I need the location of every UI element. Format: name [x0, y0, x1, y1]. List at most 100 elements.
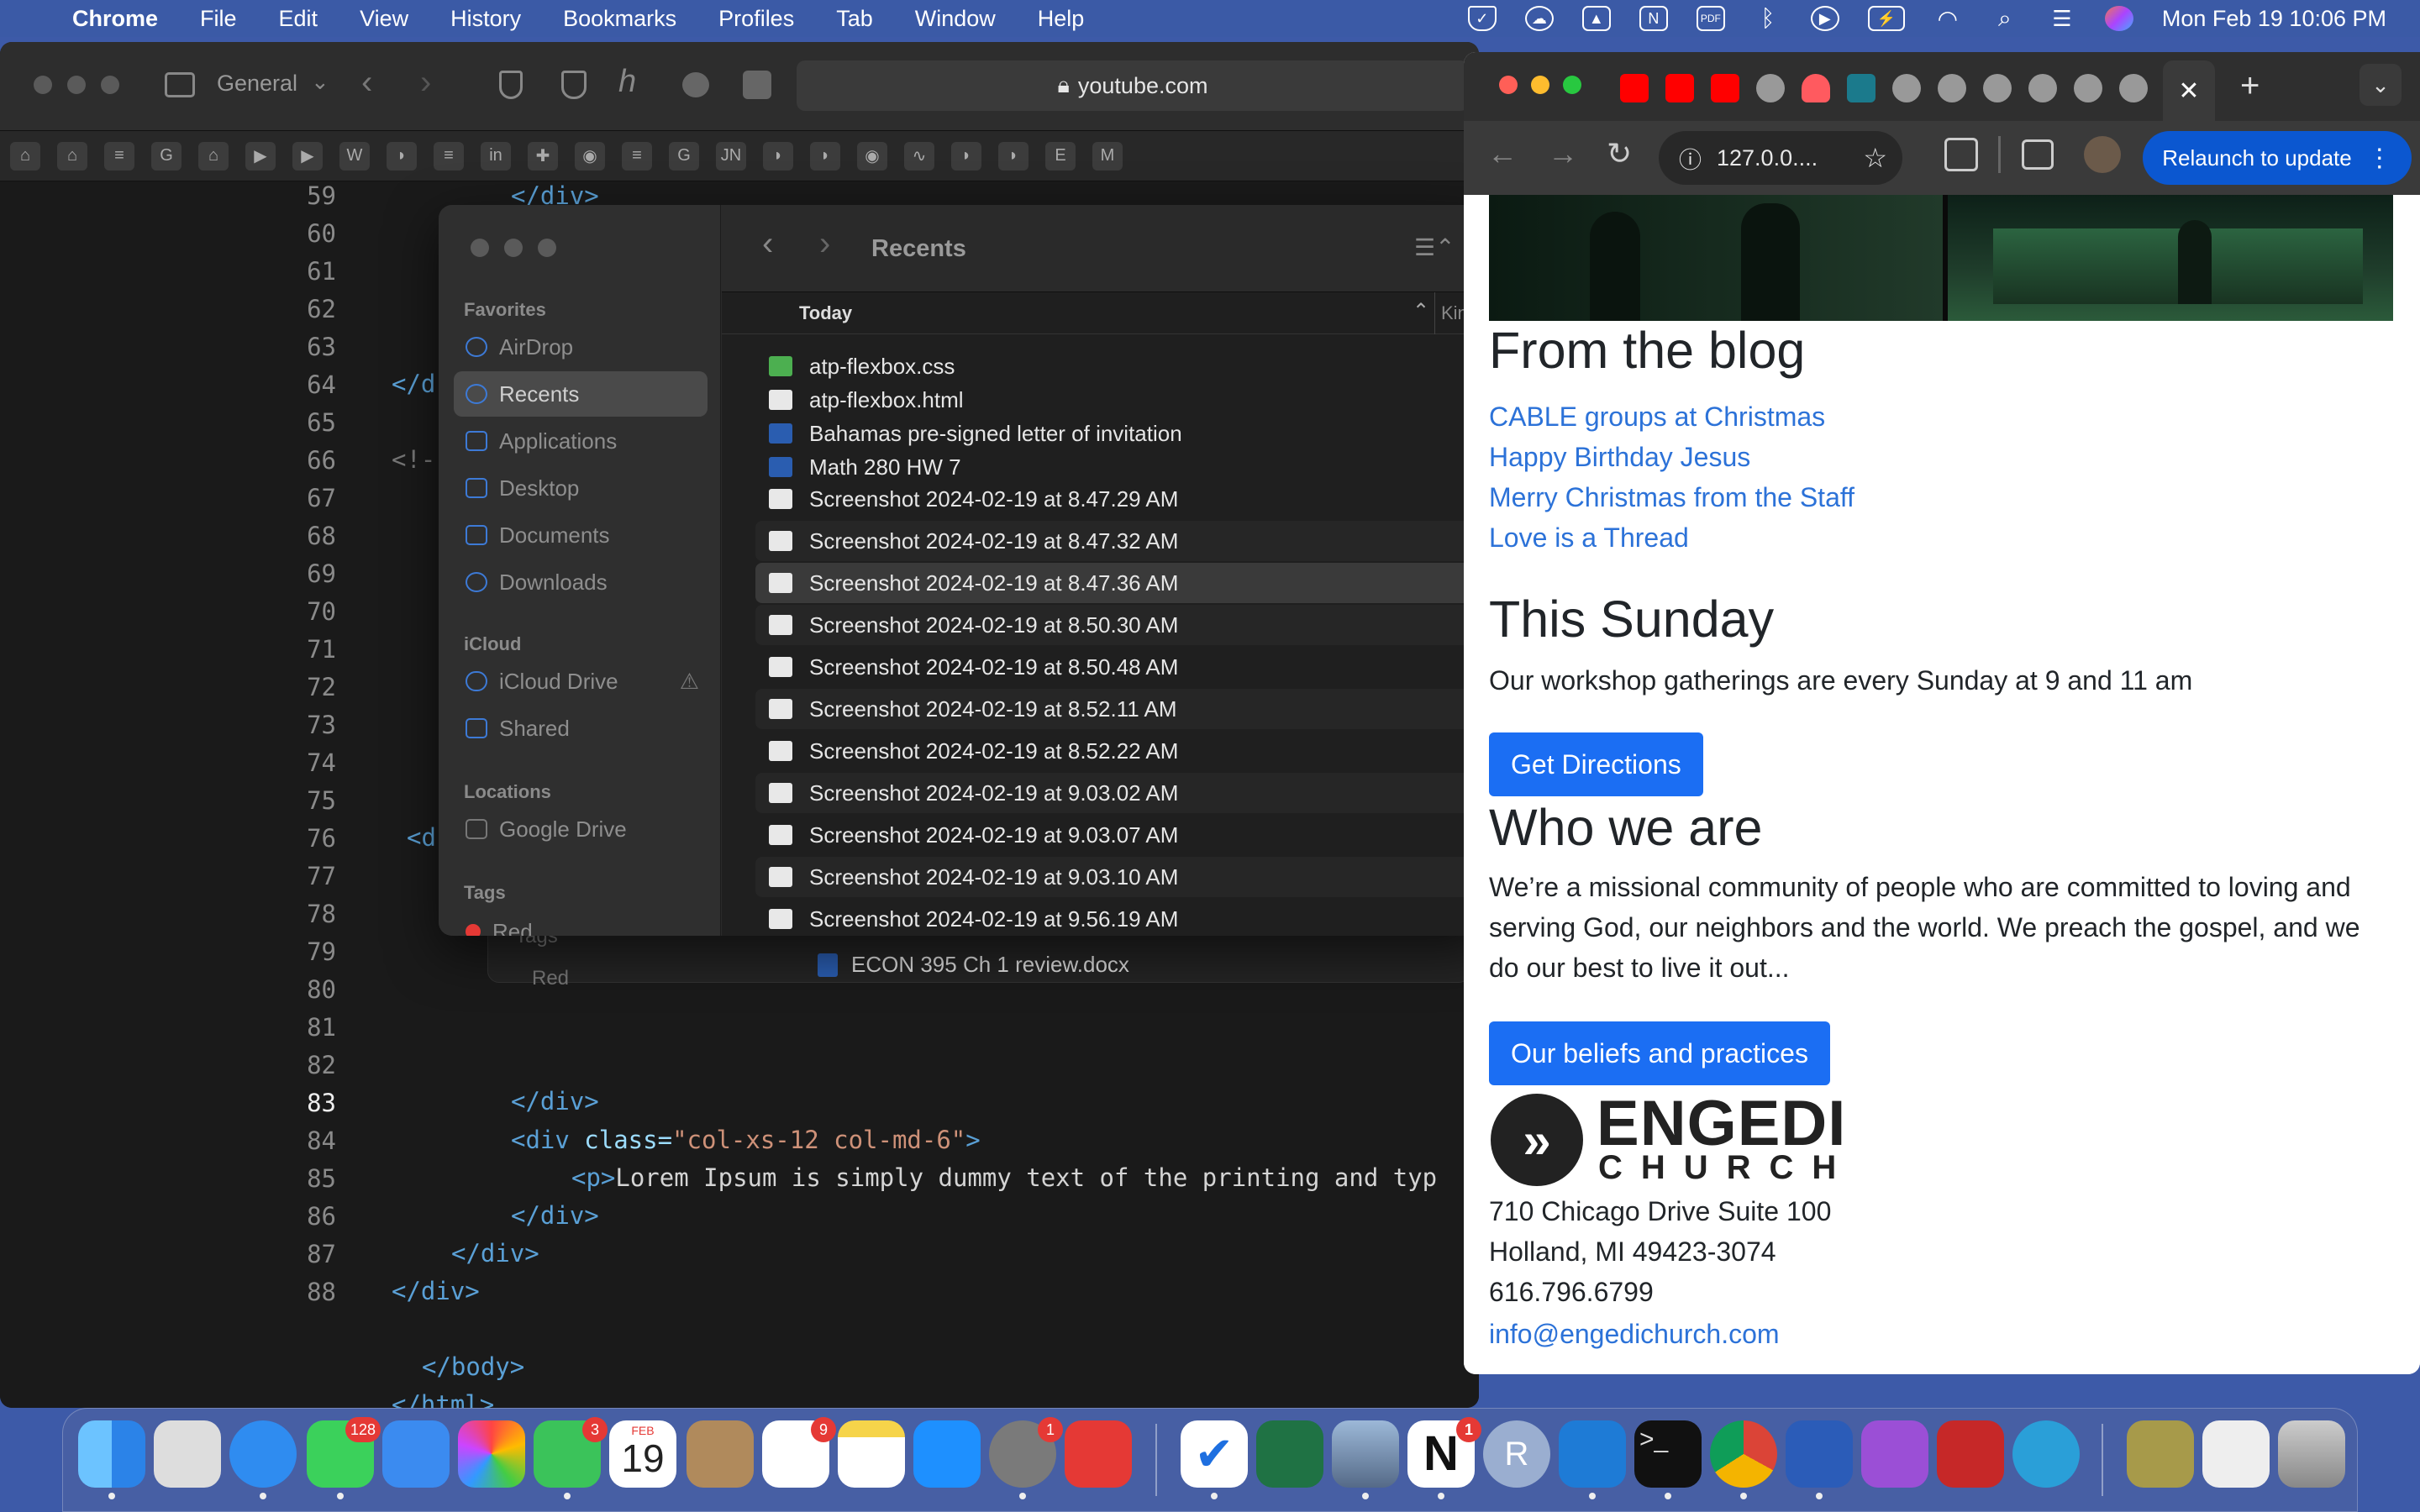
vscode-icon[interactable] — [1559, 1420, 1626, 1499]
bookmark-icon[interactable]: JN — [716, 141, 746, 171]
blog-link[interactable]: Happy Birthday Jesus — [1489, 442, 1750, 473]
adblock-icon[interactable] — [561, 71, 587, 99]
minimize-dot-icon[interactable] — [1531, 76, 1549, 94]
file-row[interactable]: Screenshot 2024-02-19 at 9.03.07 AMPN — [755, 815, 1487, 855]
sidebar-item-downloads[interactable]: Downloads — [454, 559, 708, 605]
contacts-icon[interactable] — [687, 1420, 754, 1488]
menu-tab[interactable]: Tab — [836, 6, 873, 32]
pdf-expert-icon[interactable] — [1065, 1420, 1132, 1488]
menu-window[interactable]: Window — [915, 6, 996, 32]
search-icon[interactable]: ⌕ — [1991, 5, 2019, 31]
r-app-icon[interactable]: R — [1483, 1420, 1550, 1488]
file-row[interactable]: Screenshot 2024-02-19 at 9.03.10 AMPN — [755, 857, 1487, 897]
bookmark-icon[interactable]: G — [151, 141, 182, 171]
menu-help[interactable]: Help — [1038, 6, 1085, 32]
back-icon[interactable]: ‹ — [361, 64, 372, 102]
back-icon[interactable]: ← — [1487, 136, 1518, 171]
wifi-icon[interactable]: ◠ — [1933, 6, 1962, 32]
extension-h-icon[interactable]: h — [618, 64, 636, 100]
menu-edit[interactable]: Edit — [279, 6, 318, 32]
control-center-icon[interactable]: ☰ — [2048, 6, 2076, 31]
privacy-shield-icon[interactable] — [499, 71, 523, 99]
excel-icon[interactable] — [1256, 1420, 1323, 1488]
sort-chevron-icon[interactable]: ⌃ — [1413, 299, 1429, 323]
bookmark-icon[interactable]: ◗ — [387, 141, 417, 171]
zoom-dot-icon[interactable] — [1563, 76, 1581, 94]
notion-menu-icon[interactable]: N — [1639, 6, 1668, 31]
notion-icon[interactable]: N1 — [1407, 1417, 1481, 1499]
new-tab-icon[interactable]: + — [2240, 67, 2260, 105]
word-icon[interactable] — [1786, 1420, 1853, 1499]
bookmark-star-icon[interactable]: ☆ — [1863, 142, 1887, 174]
email-link[interactable]: info@engedichurch.com — [1489, 1319, 1780, 1350]
close-dot-icon[interactable] — [34, 76, 52, 94]
downloads-stack-icon[interactable] — [2127, 1420, 2194, 1488]
facetime-icon[interactable]: 3 — [534, 1417, 608, 1499]
bookmark-icon[interactable]: ◗ — [998, 141, 1028, 171]
bookmark-icon[interactable]: in — [481, 141, 511, 171]
bookmark-icon[interactable]: ◉ — [575, 141, 605, 171]
messages-icon[interactable]: 128 — [307, 1417, 381, 1499]
forward-icon[interactable]: → — [1548, 136, 1578, 171]
blog-link[interactable]: Merry Christmas from the Staff — [1489, 482, 1854, 513]
pdf-icon[interactable]: PDF — [1696, 6, 1725, 31]
back-icon[interactable]: ‹ — [762, 225, 773, 263]
bookmark-icon[interactable]: ≡ — [104, 141, 134, 171]
extension-camera-icon[interactable] — [682, 72, 709, 97]
calendar-icon[interactable]: FEB 19 — [609, 1420, 676, 1488]
bookmark-icon[interactable]: ◗ — [763, 141, 793, 171]
file-row[interactable]: Screenshot 2024-02-19 at 9.03.02 AMPN — [755, 773, 1487, 813]
extensions-icon[interactable] — [1944, 138, 1978, 171]
minimize-dot-icon[interactable] — [504, 239, 523, 257]
play-icon[interactable]: ▶ — [1810, 6, 1839, 31]
active-tab-close-icon[interactable]: ✕ — [2163, 60, 2215, 121]
blog-link[interactable]: CABLE groups at Christmas — [1489, 402, 1825, 433]
photos-icon[interactable] — [458, 1420, 525, 1488]
file-row[interactable]: Screenshot 2024-02-19 at 8.52.22 AMPN — [755, 731, 1487, 771]
bookmark-icon[interactable]: ▶ — [245, 141, 276, 171]
siri-icon[interactable] — [2104, 6, 2133, 31]
bookmark-icon[interactable]: ≡ — [622, 141, 652, 171]
minimize-dot-icon[interactable] — [67, 76, 86, 94]
menu-history[interactable]: History — [450, 6, 521, 32]
sidebar-item-airdrop[interactable]: AirDrop — [454, 324, 708, 370]
bookmark-icon[interactable]: ⌂ — [10, 141, 40, 171]
sidebar-item-shared[interactable]: Shared — [454, 706, 708, 751]
chevron-down-icon[interactable]: ⌄ — [311, 69, 329, 95]
zotero-icon[interactable] — [1937, 1420, 2004, 1488]
chrome-icon[interactable] — [1710, 1420, 1777, 1499]
documents-stack-icon[interactable] — [2202, 1420, 2270, 1488]
omnibox[interactable]: ⓘ 127.0.0.... ☆ — [1659, 131, 1902, 185]
bookmark-icon[interactable]: M — [1092, 141, 1123, 171]
sidebar-item-icloud-drive[interactable]: iCloud Drive ⚠ — [454, 659, 708, 704]
side-panel-icon[interactable] — [2022, 139, 2054, 170]
file-row[interactable]: Screenshot 2024-02-19 at 8.47.36 AMPN — [755, 563, 1487, 603]
globe-tab-icon[interactable] — [1983, 74, 2012, 102]
bookmark-icon[interactable]: ◉ — [857, 141, 887, 171]
forward-icon[interactable]: › — [819, 225, 830, 263]
battery-icon[interactable]: ⚡ — [1867, 6, 1905, 31]
profile-avatar[interactable] — [2084, 136, 2121, 173]
site-info-icon[interactable]: ⓘ — [1679, 142, 1702, 175]
safari-icon[interactable] — [229, 1420, 297, 1499]
mail-icon[interactable] — [382, 1420, 450, 1488]
file-row[interactable]: Screenshot 2024-02-19 at 9.56.19 AMPN — [755, 899, 1487, 936]
system-settings-icon[interactable]: 1 — [989, 1417, 1063, 1499]
youtube-tab-icon[interactable] — [1665, 74, 1694, 102]
beliefs-button[interactable]: Our beliefs and practices — [1489, 1021, 1830, 1085]
telegram-icon[interactable] — [2012, 1420, 2080, 1488]
file-row[interactable]: Screenshot 2024-02-19 at 8.47.29 AMPN — [755, 479, 1487, 519]
zoom-dot-icon[interactable] — [538, 239, 556, 257]
file-row[interactable]: Screenshot 2024-02-19 at 8.52.11 AMPN — [755, 689, 1487, 729]
sidebar-toggle-icon[interactable] — [165, 72, 195, 97]
podcasts-icon[interactable] — [1861, 1420, 1928, 1488]
bookmark-icon[interactable]: ▶ — [292, 141, 323, 171]
reminders-icon[interactable]: 9 — [762, 1417, 836, 1488]
file-row[interactable]: Screenshot 2024-02-19 at 8.50.48 AMPN — [755, 647, 1487, 687]
bookmark-icon[interactable]: ✚ — [528, 141, 558, 171]
bookmark-icon[interactable]: ∿ — [904, 141, 934, 171]
sidebar-item-desktop[interactable]: Desktop — [454, 465, 708, 511]
site-tab-icon[interactable] — [1847, 74, 1876, 102]
sidebar-item-google-drive[interactable]: Google Drive — [454, 806, 708, 852]
extension-r-icon[interactable] — [743, 71, 771, 99]
